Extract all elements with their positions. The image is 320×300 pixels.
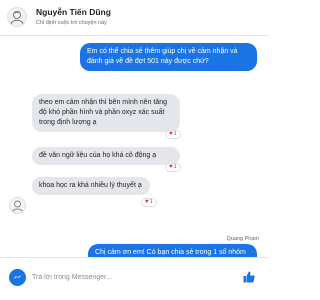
incoming-message[interactable]: theo em cảm nhận thì bên mình nên tăng đ… (32, 94, 180, 132)
reply-input[interactable] (32, 268, 208, 287)
incoming-message[interactable]: đề văn ngữ liệu của họ khá cô động ạ (32, 147, 180, 165)
chat-header: Nguyễn Tiến Dũng Chỉ định cuộc trò chuyệ… (0, 0, 269, 36)
avatar[interactable] (9, 197, 26, 214)
messenger-bolt-icon (13, 275, 22, 279)
incoming-message[interactable]: khoa học ra khá nhiều lý thuyết ạ (32, 177, 150, 195)
messenger-chat-window: Nguyễn Tiến Dũng Chỉ định cuộc trò chuyệ… (0, 0, 269, 300)
messenger-icon[interactable] (9, 269, 26, 286)
reaction-count: 1 (149, 199, 153, 205)
heart-icon: ♥ (169, 131, 173, 137)
message-reaction[interactable]: ♥ 1 (165, 130, 181, 139)
heart-icon: ♥ (169, 164, 173, 170)
reaction-count: 1 (173, 164, 177, 170)
message-reaction[interactable]: ♥ 1 (165, 163, 181, 172)
outgoing-message[interactable]: Em có thể chia sẻ thêm giúp chị về cảm n… (80, 43, 257, 71)
message-sender-name: Quang Phạm (226, 236, 259, 242)
thumbs-up-icon (243, 271, 255, 283)
heart-icon: ♥ (145, 199, 149, 205)
contact-name[interactable]: Nguyễn Tiến Dũng (36, 7, 111, 17)
assign-conversation-link[interactable]: Chỉ định cuộc trò chuyện này (36, 20, 107, 26)
like-icon[interactable] (241, 269, 257, 285)
reply-composer (0, 257, 269, 300)
avatar[interactable] (7, 7, 27, 27)
avatar-sketch-icon (10, 11, 24, 25)
avatar-sketch-icon (12, 200, 23, 213)
reaction-count: 1 (173, 131, 177, 137)
message-reaction[interactable]: ♥ 1 (141, 198, 157, 207)
